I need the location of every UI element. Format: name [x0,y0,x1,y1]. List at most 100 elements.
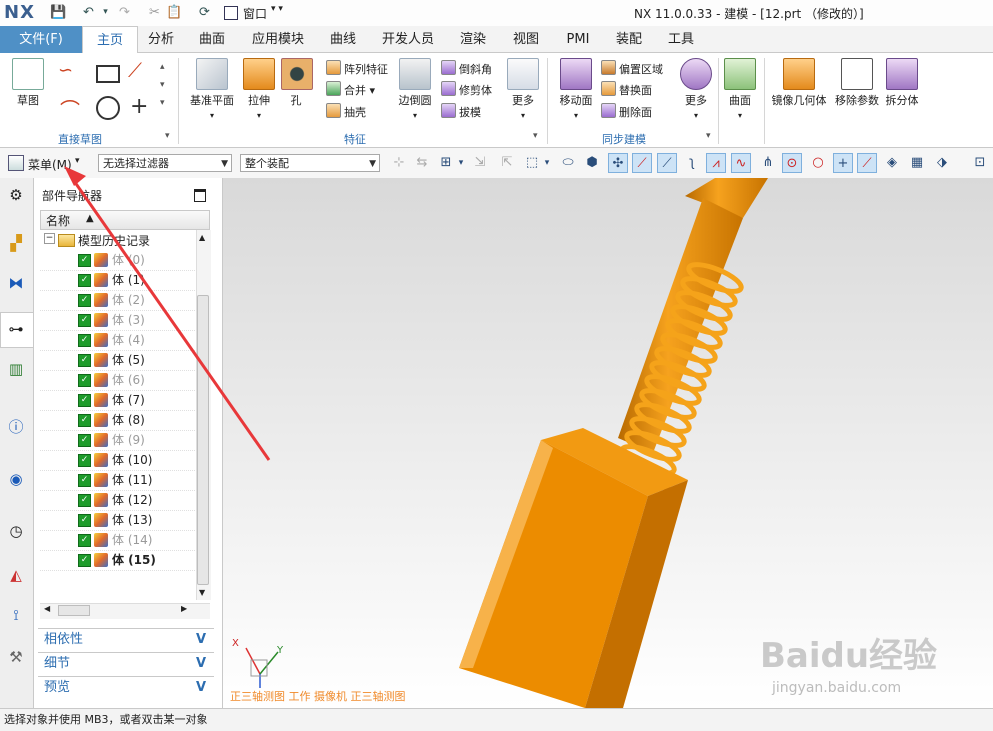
window-dropdown-icon[interactable]: ▾ ▾ [271,4,283,14]
undo-icon[interactable]: ↶ [80,4,97,21]
tab-render[interactable]: 渲染 [452,26,494,53]
snap-existing-point-icon[interactable]: + [833,153,853,173]
snap-tangent-icon[interactable]: ⟋ [657,153,677,173]
menu-icon[interactable] [8,155,24,171]
window-menu[interactable]: 窗口 [243,5,267,22]
visibility-checkbox[interactable]: ✓ [78,554,91,567]
component-filter-icon[interactable]: ⬢ [582,153,602,173]
tab-assembly[interactable]: 装配 [608,26,650,53]
reuse-library-icon[interactable]: ▥ [5,358,27,380]
window-icon[interactable] [224,6,238,20]
tab-file[interactable]: 文件(F) [0,26,82,53]
more-feature-button[interactable]: 更多 ▾ [505,58,541,121]
details-panel[interactable]: 细节 V [38,652,214,675]
more-sync-button[interactable]: 更多 ▾ [678,58,714,121]
scroll-left-icon[interactable]: ◀ [44,604,50,613]
tab-analysis[interactable]: 分析 [140,26,182,53]
arc-icon[interactable]: ⌒ [60,94,80,123]
solid-body-filter-icon[interactable]: ⬭ [558,153,578,173]
visibility-checkbox[interactable]: ✓ [78,334,91,347]
selection-scope-select[interactable]: 整个装配 ▼ [240,154,380,172]
visibility-checkbox[interactable]: ✓ [78,374,91,387]
surface-button[interactable]: 曲面 ▾ [722,58,758,121]
tree-row-body[interactable]: ✓ 体 (7) [40,391,195,411]
mirror-geometry-button[interactable]: 镜像几何体 [768,58,830,108]
collapse-icon[interactable]: − [44,233,55,244]
profile-icon[interactable]: ∽ [58,60,84,86]
snap-point-on-face-icon[interactable]: ◈ [882,153,902,173]
tree-row-body[interactable]: ✓ 体 (3) [40,311,195,331]
roles-icon[interactable]: ⚒ [5,646,27,668]
chamfer-button[interactable]: 倒斜角 [441,60,492,77]
hd3d-tools-icon[interactable]: ⓘ [5,416,27,438]
feature-group-expand-icon[interactable]: ▾ [533,131,538,141]
visibility-checkbox[interactable]: ✓ [78,454,91,467]
tree-row-body[interactable]: ✓ 体 (4) [40,331,195,351]
split-body-button[interactable]: 拆分体 [884,58,920,108]
pattern-feature-button[interactable]: 阵列特征 [326,60,388,77]
extrude-button[interactable]: 拉伸 ▾ [242,58,276,121]
menu-button[interactable]: 菜单(M) [28,156,72,173]
tree-row-body[interactable]: ✓ 体 (15) [40,551,195,571]
tab-pmi[interactable]: PMI [558,26,598,53]
view-triad[interactable] [240,640,280,690]
scroll-up-icon[interactable]: ▲ [199,233,205,242]
draft-button[interactable]: 拔模 [441,103,481,120]
rectangle-select-dropdown-icon[interactable]: ▾ [542,153,552,173]
hole-button[interactable]: 孔 [281,58,313,108]
unite-button[interactable]: 合并 ▾ [326,81,375,98]
paste-icon[interactable]: 📋 [166,4,183,21]
offset-region-button[interactable]: 偏置区域 [601,60,663,77]
tree-row-body[interactable]: ✓ 体 (11) [40,471,195,491]
tree-row-body[interactable]: ✓ 体 (8) [40,411,195,431]
scroll-right-icon[interactable]: ▶ [181,604,187,613]
select-object-icon[interactable]: ⊞ [436,153,456,173]
rectangle-select-icon[interactable]: ⬚ [522,153,542,173]
select-dropdown-icon[interactable]: ▾ [456,153,466,173]
manufacturing-wizard-icon[interactable]: ⟟ [5,604,27,626]
visibility-checkbox[interactable]: ✓ [78,534,91,547]
scrollbar-thumb[interactable] [197,295,209,585]
selection-filter-select[interactable]: 无选择过滤器 ▼ [98,154,232,172]
tree-row-body[interactable]: ✓ 体 (12) [40,491,195,511]
dependencies-panel[interactable]: 相依性 V [38,628,214,651]
snap-polyline-icon[interactable]: ⩘ [706,153,726,173]
snap-end-point-icon[interactable]: ✣ [608,153,628,173]
remove-parameters-button[interactable]: 移除参数 [832,58,882,108]
visibility-checkbox[interactable]: ✓ [78,494,91,507]
visibility-checkbox[interactable]: ✓ [78,414,91,427]
tree-row-body[interactable]: ✓ 体 (13) [40,511,195,531]
tab-curve[interactable]: 曲线 [322,26,364,53]
maximize-icon[interactable] [194,189,206,202]
save-icon[interactable]: 💾 [50,4,67,21]
scroll-down-icon[interactable]: ▼ [199,588,205,597]
snap-bounded-grid-icon[interactable]: ▦ [907,153,927,173]
sketch-button[interactable]: 草图 [8,58,48,108]
view-fit-icon[interactable]: ⊡ [970,153,990,173]
snap-mid-point-icon[interactable]: ⬗ [932,153,952,173]
visibility-checkbox[interactable]: ✓ [78,314,91,327]
visibility-checkbox[interactable]: ✓ [78,514,91,527]
history-icon[interactable]: ◷ [5,520,27,542]
tab-home[interactable]: 主页 [82,26,138,54]
visibility-checkbox[interactable]: ✓ [78,394,91,407]
snap-curve-icon[interactable]: ʅ [682,153,702,173]
preview-panel[interactable]: 预览 V [38,676,214,699]
visibility-checkbox[interactable]: ✓ [78,254,91,267]
group-expand-icon[interactable]: ▾ [165,131,170,141]
tree-row-body[interactable]: ✓ 体 (6) [40,371,195,391]
tree-row-body[interactable]: ✓ 体 (0) [40,251,195,271]
rectangle-icon[interactable] [96,65,120,83]
datum-plane-button[interactable]: 基准平面 ▾ [188,58,236,121]
roles-gear-icon[interactable]: ⚙ [5,184,27,206]
process-studio-icon[interactable]: ◭ [5,564,27,586]
sort-ascending-icon[interactable]: ▲ [86,213,94,224]
trim-body-button[interactable]: 修剪体 [441,81,492,98]
visibility-checkbox[interactable]: ✓ [78,274,91,287]
circle-icon[interactable] [96,96,120,120]
snap-line-icon[interactable]: ⟋ [632,153,652,173]
tree-row-body[interactable]: ✓ 体 (2) [40,291,195,311]
undo-dropdown-icon[interactable]: ▾ [97,4,114,21]
edge-blend-button[interactable]: 边倒圆 ▾ [395,58,435,121]
tab-surface[interactable]: 曲面 [190,26,234,53]
